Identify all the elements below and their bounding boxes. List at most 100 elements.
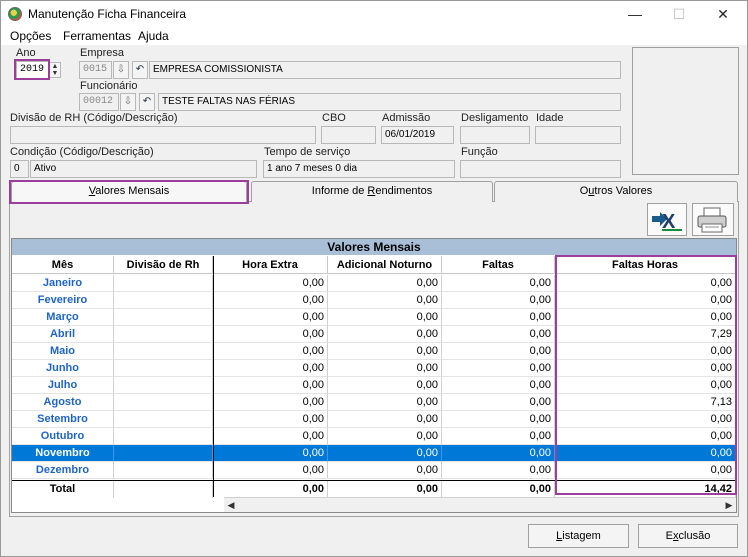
- printer-icon: [697, 207, 727, 233]
- cell-divisao-rh: [114, 309, 213, 326]
- minimize-button[interactable]: —: [613, 3, 657, 25]
- exclusao-button[interactable]: Exclusão: [638, 524, 738, 548]
- total-row[interactable]: Total 0,00 0,00 0,00 14,42: [12, 481, 736, 498]
- cell-mes: Setembro: [12, 411, 114, 428]
- cell-divisao-rh: [114, 445, 213, 462]
- cell-hora-extra: 0,00: [213, 275, 328, 292]
- listagem-button[interactable]: Listagem: [528, 524, 629, 548]
- tab-informe-rendimentos[interactable]: Informe de Rendimentos: [251, 181, 493, 202]
- excel-export-icon: X: [652, 211, 682, 233]
- employee-photo-box: [632, 47, 739, 175]
- funcionario-lookup-button[interactable]: ⇩: [120, 93, 136, 111]
- column-header-faltas-horas[interactable]: Faltas Horas: [555, 256, 736, 274]
- cell-faltas-horas: 0,00: [555, 360, 736, 377]
- empresa-label: Empresa: [80, 47, 125, 59]
- cell-divisao-rh: [114, 292, 213, 309]
- table-row[interactable]: Agosto 0,00 0,00 0,00 7,13: [12, 394, 736, 411]
- download-arrow-icon: ⇩: [116, 64, 126, 75]
- table-row[interactable]: Janeiro 0,00 0,00 0,00 0,00: [12, 275, 736, 292]
- cell-hora-extra: 0,00: [213, 445, 328, 462]
- table-row[interactable]: Junho 0,00 0,00 0,00 0,00: [12, 360, 736, 377]
- undo-arrow-icon: ↶: [142, 96, 152, 107]
- cell-faltas-horas: 0,00: [555, 428, 736, 445]
- scroll-right-icon[interactable]: ▶: [724, 500, 734, 510]
- export-excel-button[interactable]: X: [647, 203, 687, 236]
- close-button[interactable]: ✕: [701, 3, 745, 25]
- menu-ajuda[interactable]: Ajuda: [138, 29, 169, 43]
- ano-input[interactable]: 2019: [16, 61, 49, 79]
- cell-mes: Maio: [12, 343, 114, 360]
- column-header-adicional-noturno[interactable]: Adicional Noturno: [328, 256, 442, 274]
- total-separator: [12, 480, 736, 481]
- tab-valores-mensais[interactable]: Valores Mensais: [11, 181, 247, 202]
- horizontal-scrollbar[interactable]: ◀ ▶: [224, 497, 736, 512]
- menu-ferramentas[interactable]: Ferramentas: [63, 29, 131, 43]
- empresa-undo-button[interactable]: ↶: [132, 61, 148, 79]
- print-button[interactable]: [692, 203, 734, 236]
- cell-mes: Fevereiro: [12, 292, 114, 309]
- menu-opcoes[interactable]: Opções: [10, 29, 51, 43]
- column-header-divisao-rh[interactable]: Divisão de Rh: [114, 256, 213, 274]
- cell-adicional-noturno: 0,00: [328, 377, 442, 394]
- spin-up-icon[interactable]: ▲: [50, 63, 60, 70]
- idade-label: Idade: [536, 112, 564, 124]
- cell-divisao-rh: [114, 326, 213, 343]
- cell-hora-extra: 0,00: [213, 309, 328, 326]
- frozen-column-divider: [213, 256, 214, 497]
- ano-label: Ano: [16, 47, 36, 59]
- cell-faltas: 0,00: [442, 377, 555, 394]
- funcao-field: [460, 160, 621, 178]
- table-row[interactable]: Novembro 0,00 0,00 0,00 0,00: [12, 445, 736, 462]
- cell-faltas: 0,00: [442, 343, 555, 360]
- funcionario-undo-button[interactable]: ↶: [139, 93, 155, 111]
- column-header-hora-extra[interactable]: Hora Extra: [213, 256, 328, 274]
- table-row[interactable]: Setembro 0,00 0,00 0,00 0,00: [12, 411, 736, 428]
- table-row[interactable]: Julho 0,00 0,00 0,00 0,00: [12, 377, 736, 394]
- tab-outros-valores[interactable]: Outros Valores: [494, 181, 738, 202]
- window-title: Manutenção Ficha Financeira: [28, 7, 187, 21]
- cell-mes: Total: [12, 481, 114, 498]
- cell-divisao-rh: [114, 411, 213, 428]
- funcionario-code-input[interactable]: 00012: [79, 93, 119, 111]
- cell-mes: Outubro: [12, 428, 114, 445]
- condicao-code-field: 0: [10, 160, 29, 178]
- cell-hora-extra: 0,00: [213, 326, 328, 343]
- cell-mes: Março: [12, 309, 114, 326]
- cell-adicional-noturno: 0,00: [328, 445, 442, 462]
- divisao-field: [10, 126, 316, 144]
- table-row[interactable]: Dezembro 0,00 0,00 0,00 0,00: [12, 462, 736, 479]
- cell-hora-extra: 0,00: [213, 481, 328, 498]
- cell-mes: Agosto: [12, 394, 114, 411]
- scrollbar-thumb[interactable]: [238, 500, 722, 510]
- maximize-button[interactable]: ☐: [657, 3, 701, 25]
- ano-spinner[interactable]: ▲ ▼: [49, 62, 61, 78]
- cell-faltas-horas: 0,00: [555, 343, 736, 360]
- cell-adicional-noturno: 0,00: [328, 275, 442, 292]
- scroll-left-icon[interactable]: ◀: [226, 500, 236, 510]
- cell-mes: Julho: [12, 377, 114, 394]
- column-header-faltas[interactable]: Faltas: [442, 256, 555, 274]
- cell-adicional-noturno: 0,00: [328, 292, 442, 309]
- admissao-label: Admissão: [382, 112, 431, 124]
- desligamento-label: Desligamento: [461, 112, 529, 124]
- spin-down-icon[interactable]: ▼: [50, 70, 60, 77]
- table-row[interactable]: Fevereiro 0,00 0,00 0,00 0,00: [12, 292, 736, 309]
- cell-faltas-horas: 14,42: [555, 481, 736, 498]
- column-header-mes[interactable]: Mês: [12, 256, 114, 274]
- cell-divisao-rh: [114, 481, 213, 498]
- table-row[interactable]: Maio 0,00 0,00 0,00 0,00: [12, 343, 736, 360]
- cell-faltas: 0,00: [442, 309, 555, 326]
- cell-faltas: 0,00: [442, 275, 555, 292]
- table-row[interactable]: Março 0,00 0,00 0,00 0,00: [12, 309, 736, 326]
- cell-divisao-rh: [114, 360, 213, 377]
- cell-mes: Junho: [12, 360, 114, 377]
- table-row[interactable]: Outubro 0,00 0,00 0,00 0,00: [12, 428, 736, 445]
- table-row[interactable]: Abril 0,00 0,00 0,00 7,29: [12, 326, 736, 343]
- desligamento-field: [460, 126, 530, 144]
- empresa-code-input[interactable]: 0015: [79, 61, 112, 79]
- cell-faltas: 0,00: [442, 428, 555, 445]
- empresa-lookup-button[interactable]: ⇩: [113, 61, 129, 79]
- cell-faltas-horas: 7,13: [555, 394, 736, 411]
- cell-faltas-horas: 0,00: [555, 462, 736, 479]
- condicao-desc-field: Ativo: [30, 160, 257, 178]
